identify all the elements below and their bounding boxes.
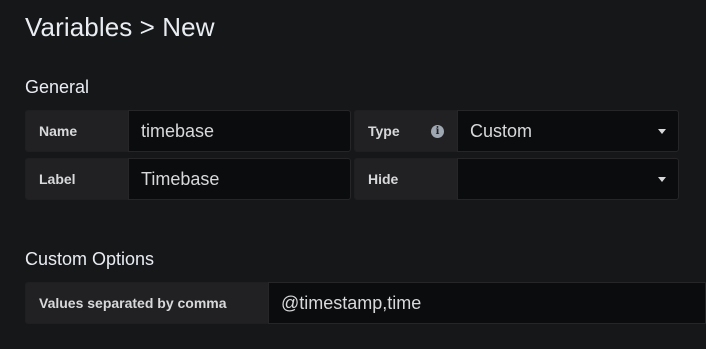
type-select-value: Custom <box>470 121 533 141</box>
label-input[interactable]: Timebase <box>128 158 351 200</box>
section-title-custom-options: Custom Options <box>25 249 155 269</box>
name-label: Name <box>25 110 129 152</box>
values-label: Values separated by comma <box>25 282 269 324</box>
caret-down-icon <box>658 177 666 182</box>
hide-select[interactable] <box>457 158 679 200</box>
page-title: Variables > New <box>25 12 215 42</box>
type-label-text: Type <box>368 123 400 139</box>
info-circle-icon[interactable]: i <box>431 125 444 138</box>
section-title-general: General <box>25 77 90 97</box>
variable-editor: Variables > New General Name timebase Ty… <box>0 0 706 349</box>
hide-label: Hide <box>354 158 458 200</box>
caret-down-icon <box>658 129 666 134</box>
label-label: Label <box>25 158 129 200</box>
type-select[interactable]: Custom <box>457 110 679 152</box>
type-label: Type i <box>354 110 458 152</box>
name-input[interactable]: timebase <box>128 110 351 152</box>
values-input[interactable]: @timestamp,time <box>268 282 706 324</box>
